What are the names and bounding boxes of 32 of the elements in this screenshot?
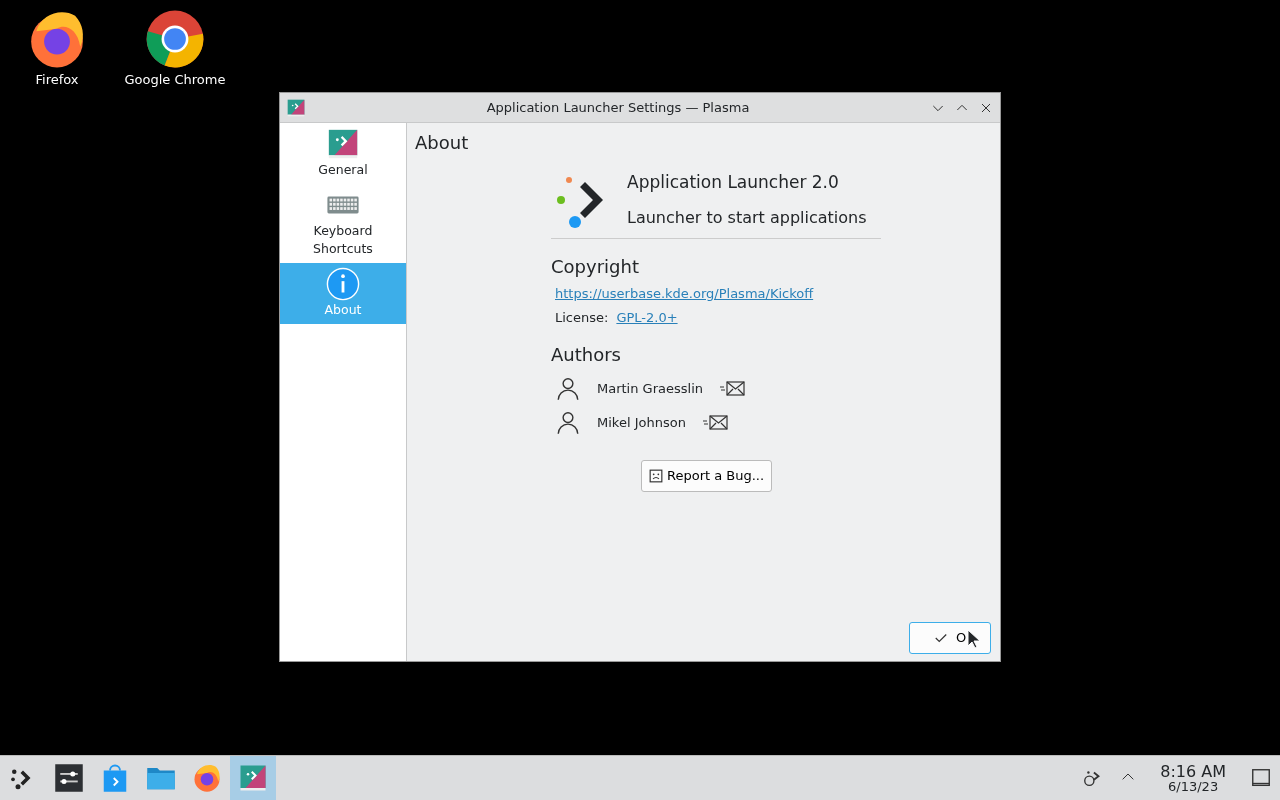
check-icon	[933, 631, 948, 645]
desktop-icon-label[interactable]: Firefox	[2, 70, 112, 90]
window-title: Application Launcher Settings — Plasma	[485, 98, 751, 117]
desktop-icon-label[interactable]: Google Chrome	[120, 70, 230, 90]
page-title: About	[415, 131, 470, 155]
license-label: License:	[555, 308, 609, 327]
app-description: Launcher to start applications	[627, 206, 867, 229]
mouse-cursor-icon	[967, 629, 981, 649]
author-name: Mikel Johnson	[597, 414, 686, 433]
fox-icon	[192, 763, 222, 793]
sidebar-item[interactable]: General	[280, 123, 406, 184]
report-bug-button[interactable]: Report a Bug...	[641, 460, 773, 492]
person-icon	[555, 376, 581, 402]
show-desktop-icon[interactable]	[1250, 767, 1272, 789]
launcher-icon	[326, 127, 360, 161]
clock-date: 6/13/23	[1167, 779, 1220, 793]
sidebar-item[interactable]: Keyboard Shortcuts	[280, 184, 406, 263]
section-heading: Authors	[551, 343, 622, 367]
license-link[interactable]: GPL-2.0+	[616, 307, 678, 327]
app-name: Application Launcher 2.0	[627, 171, 840, 195]
homepage-link[interactable]: https://userbase.kde.org/Plasma/Kickoff	[555, 286, 814, 301]
author-name: Martin Graesslin	[597, 380, 703, 399]
section-heading: Copyright	[551, 255, 640, 279]
clock-time: 8:16 AM	[1160, 763, 1226, 780]
chrome-icon	[144, 8, 206, 70]
person-icon	[555, 410, 581, 436]
window-icon	[286, 97, 306, 118]
ok-button[interactable]: O	[909, 622, 991, 654]
sliders-icon	[54, 763, 84, 793]
info-icon	[326, 267, 360, 301]
sad-face-icon	[649, 468, 663, 483]
launcher-settings-icon	[238, 763, 268, 793]
